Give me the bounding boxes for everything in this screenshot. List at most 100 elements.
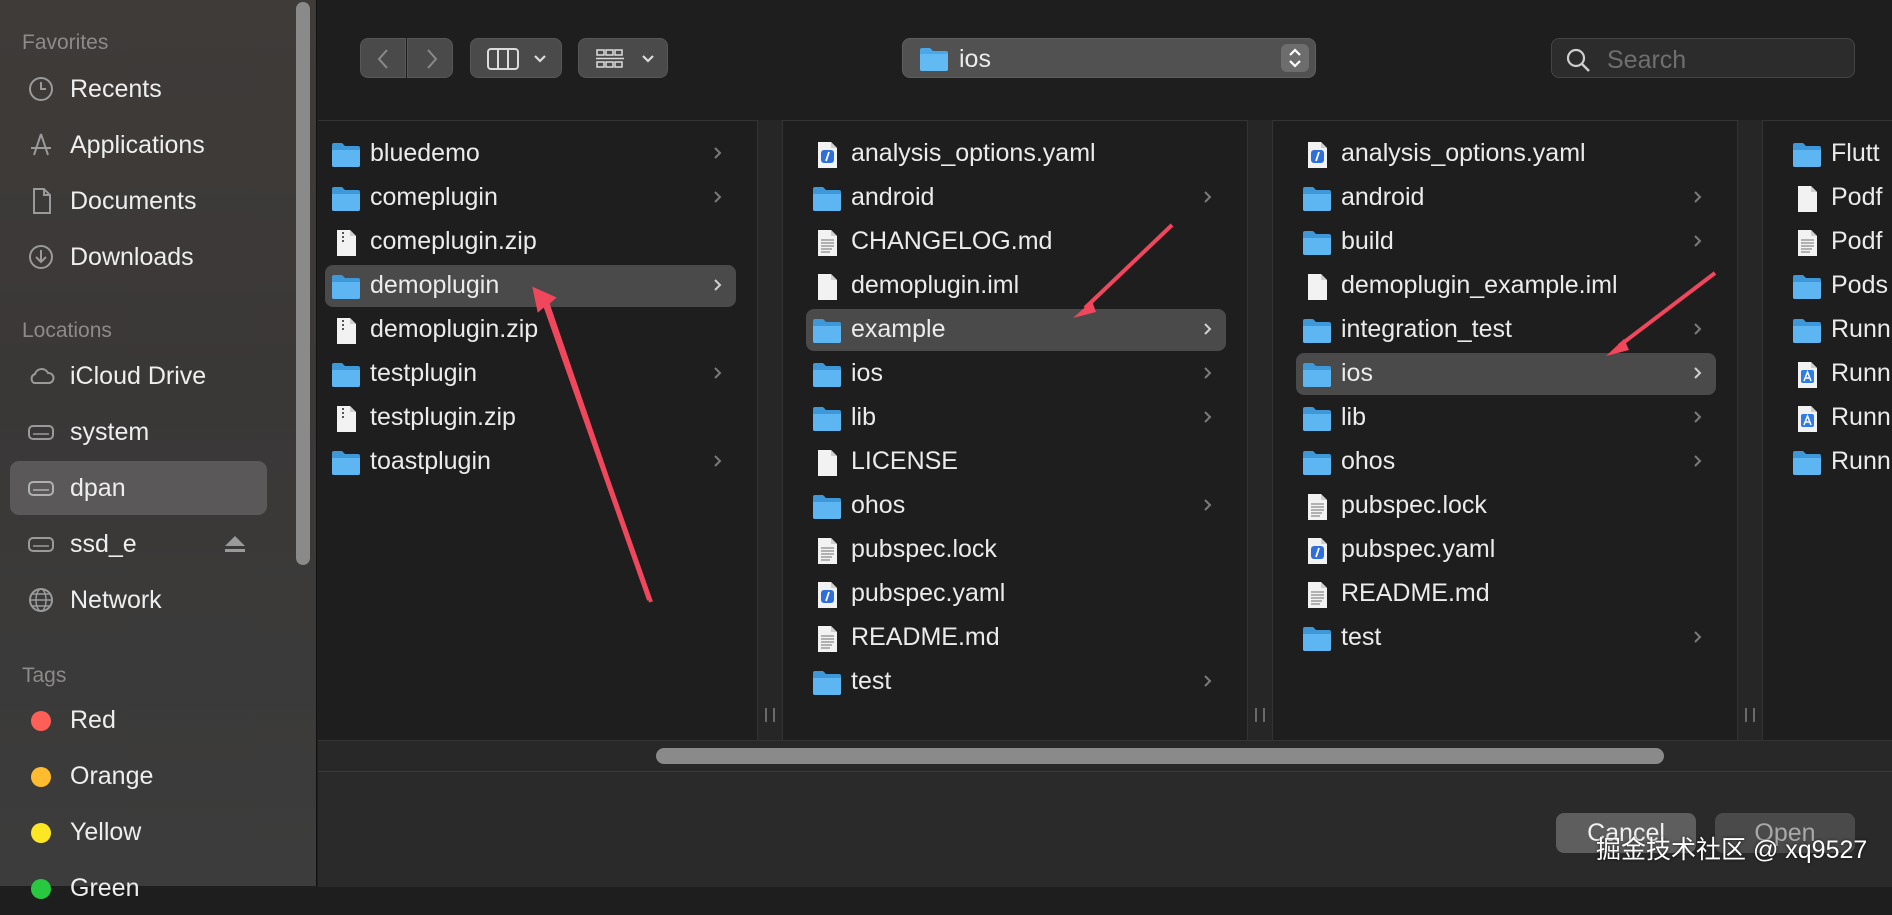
folder-icon [1303,319,1331,343]
list-item[interactable]: Runn [1786,309,1892,351]
sidebar-item-documents[interactable]: Documents [10,174,267,228]
grip-icon [1745,708,1755,722]
column-resize-handle[interactable] [1247,120,1273,740]
sidebar-item-tag-green[interactable]: Green [10,861,267,915]
back-button[interactable] [360,38,406,78]
text-file-icon [818,230,837,256]
chevron-right-icon [1204,675,1212,687]
column-resize-handle[interactable] [757,120,783,740]
list-item[interactable]: Runn [1786,353,1892,395]
list-item[interactable]: Podf [1786,221,1892,263]
list-item[interactable]: build [1296,221,1716,263]
forward-button[interactable] [407,38,453,78]
yaml-file-icon [1308,142,1327,168]
applications-icon [31,133,51,156]
sidebar-item-applications[interactable]: Applications [10,118,267,172]
list-item[interactable]: demoplugin [325,265,736,307]
list-item[interactable]: Runn [1786,397,1892,439]
sidebar-item-tag-red[interactable]: Red [10,693,267,747]
list-item[interactable]: lib [806,397,1226,439]
list-item-label: pubspec.lock [1341,491,1487,519]
sidebar-item-label: iCloud Drive [70,362,207,390]
folder-icon [920,48,948,71]
list-item[interactable]: demoplugin_example.iml [1296,265,1716,307]
list-item[interactable]: testplugin [325,353,736,395]
list-item[interactable]: README.md [1296,573,1716,615]
blank-file-icon [1798,186,1817,212]
list-item[interactable]: android [806,177,1226,219]
chevron-right-icon [1204,367,1212,379]
horizontal-scrollbar[interactable] [656,748,1664,764]
list-item[interactable]: ios [806,353,1226,395]
list-item[interactable]: test [806,661,1226,703]
sidebar-item-label: system [70,418,150,446]
sidebar-item-ssd-e[interactable]: ssd_e [10,517,267,571]
list-item[interactable]: Runn [1786,441,1892,483]
clock-icon [29,77,53,101]
chevron-right-icon [1204,191,1212,203]
list-item[interactable]: analysis_options.yaml [806,133,1226,175]
grip-icon [1255,708,1265,722]
sidebar-item-downloads[interactable]: Downloads [10,230,267,284]
folder-icon [1303,627,1331,651]
list-item[interactable]: integration_test [1296,309,1716,351]
list-item[interactable]: toastplugin [325,441,736,483]
folder-icon [332,187,360,211]
list-item[interactable]: LICENSE [806,441,1226,483]
list-item[interactable]: demoplugin.iml [806,265,1226,307]
folder-icon [1793,451,1821,475]
list-item[interactable]: analysis_options.yaml [1296,133,1716,175]
sidebar-item-system[interactable]: system [10,405,267,459]
list-item[interactable]: CHANGELOG.md [806,221,1226,263]
list-item[interactable]: pubspec.lock [1296,485,1716,527]
yellow-tag-dot [31,823,51,843]
list-item[interactable]: test [1296,617,1716,659]
blank-file-icon [1308,274,1327,300]
list-item-label: lib [1341,403,1367,431]
list-item-label: ohos [1341,447,1396,475]
group-by-button[interactable] [578,38,668,78]
list-item[interactable]: Pods [1786,265,1892,307]
chevron-right-icon [427,49,438,69]
list-item[interactable]: ios [1296,353,1716,395]
list-item[interactable]: ohos [806,485,1226,527]
list-item[interactable]: demoplugin.zip [325,309,736,351]
search-field[interactable]: Search [1551,38,1855,78]
list-item[interactable]: pubspec.lock [806,529,1226,571]
list-item[interactable]: pubspec.yaml [1296,529,1716,571]
grid-group-icon [596,49,624,68]
list-item[interactable]: pubspec.yaml [806,573,1226,615]
list-item-label: testplugin [370,359,478,387]
list-item[interactable]: Flutt [1786,133,1892,175]
sidebar-item-label: Applications [70,131,205,159]
list-item[interactable]: ohos [1296,441,1716,483]
list-item[interactable]: bluedemo [325,133,736,175]
eject-icon[interactable] [223,534,247,554]
sidebar-item-recents[interactable]: Recents [10,62,267,116]
list-item[interactable]: Podf [1786,177,1892,219]
zip-file-icon [337,318,356,344]
sidebar-item-dpan[interactable]: dpan [10,461,267,515]
list-item[interactable]: comeplugin [325,177,736,219]
path-popup[interactable]: ios [902,38,1316,78]
sidebar-item-tag-yellow[interactable]: Yellow [10,805,267,859]
xcode-file-icon [1798,362,1817,388]
list-item-label: CHANGELOG.md [851,227,1053,255]
text-file-icon [1308,494,1327,520]
list-item[interactable]: comeplugin.zip [325,221,736,263]
sidebar-item-network[interactable]: Network [10,573,267,627]
chevron-right-icon [1694,455,1702,467]
list-item[interactable]: android [1296,177,1716,219]
chevron-right-icon [1694,411,1702,423]
sidebar-item-tag-orange[interactable]: Orange [10,749,267,803]
column-resize-handle[interactable] [1737,120,1763,740]
updown-chevron-icon [1281,44,1309,72]
sidebar-item-icloud-drive[interactable]: iCloud Drive [10,349,267,403]
list-item[interactable]: testplugin.zip [325,397,736,439]
view-mode-button[interactable] [470,38,562,78]
sidebar-scrollbar[interactable] [296,2,310,565]
list-item[interactable]: lib [1296,397,1716,439]
list-item[interactable]: example [806,309,1226,351]
list-item[interactable]: README.md [806,617,1226,659]
chevron-right-icon [714,279,722,291]
